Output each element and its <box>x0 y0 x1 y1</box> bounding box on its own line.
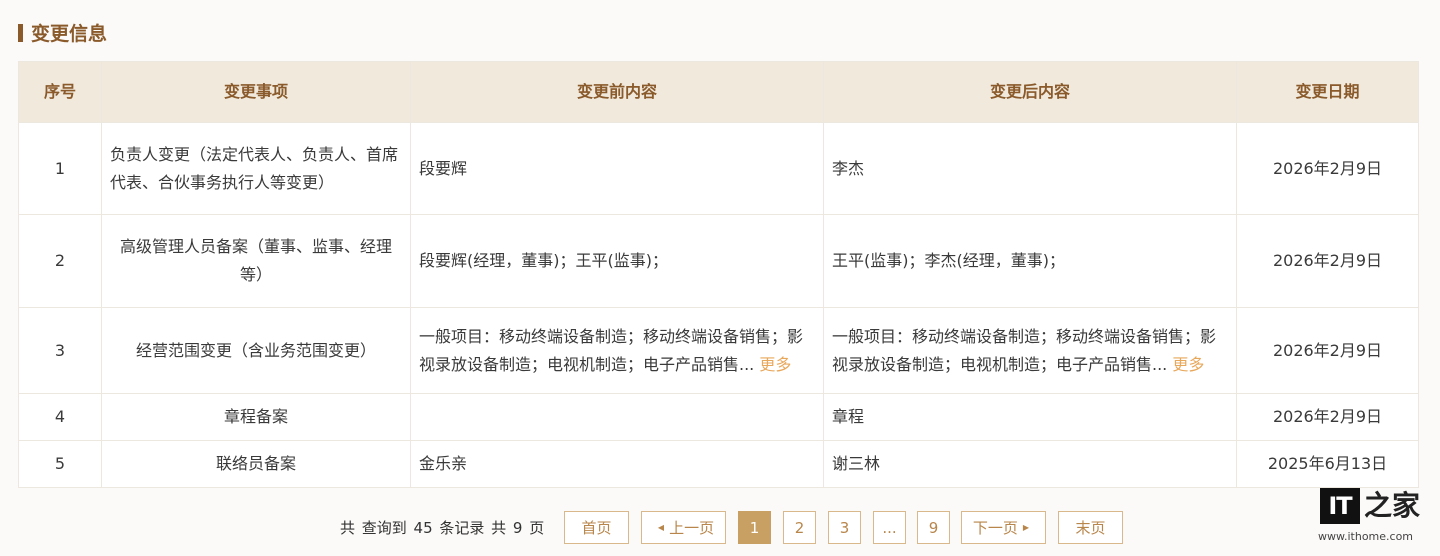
cell-item: 高级管理人员备案（董事、监事、经理等） <box>101 214 411 308</box>
cell-after: 谢三林 <box>823 440 1237 488</box>
header-no: 序号 <box>18 61 102 123</box>
ithome-watermark: IT 之家 www.ithome.com <box>1318 488 1428 548</box>
prev-page-button[interactable]: ◀ 上一页 <box>641 511 726 544</box>
cell-date: 2026年2月9日 <box>1236 214 1419 308</box>
header-item: 变更事项 <box>101 61 411 123</box>
table-row: 3 经营范围变更（含业务范围变更） 一般项目：移动终端设备制造；移动终端设备销售… <box>18 307 1419 394</box>
cell-no: 2 <box>18 214 102 308</box>
cell-before: 一般项目：移动终端设备制造；移动终端设备销售；影视录放设备制造；电视机制造；电子… <box>410 307 824 394</box>
chevron-right-icon: ▶ <box>1022 523 1030 532</box>
more-link[interactable]: 更多 <box>759 355 791 374</box>
cell-before: 段要辉 <box>410 122 824 215</box>
cell-after-text: 一般项目：移动终端设备制造；移动终端设备销售；影视录放设备制造；电视机制造；电子… <box>832 326 1217 374</box>
next-page-label: 下一页 <box>972 519 1018 537</box>
cell-date: 2026年2月9日 <box>1236 122 1419 215</box>
page-button-1[interactable]: 1 <box>738 511 771 544</box>
next-page-button[interactable]: 下一页 ▶ <box>961 511 1046 544</box>
header-after: 变更后内容 <box>823 61 1237 123</box>
page-ellipsis: ... <box>873 511 906 544</box>
table-row: 4 章程备案 章程 2026年2月9日 <box>18 393 1419 441</box>
header-date: 变更日期 <box>1236 61 1419 123</box>
cell-no: 4 <box>18 393 102 441</box>
header-before: 变更前内容 <box>410 61 824 123</box>
more-link[interactable]: 更多 <box>1172 355 1204 374</box>
cell-date: 2026年2月9日 <box>1236 393 1419 441</box>
table-row: 2 高级管理人员备案（董事、监事、经理等） 段要辉(经理，董事)；王平(监事)；… <box>18 214 1419 308</box>
ithome-url: www.ithome.com <box>1318 530 1414 543</box>
title-bar-decoration <box>18 23 23 42</box>
pagination-summary: 共 查询到 45 条记录 共 9 页 <box>340 519 545 537</box>
cell-item: 章程备案 <box>101 393 411 441</box>
cell-no: 1 <box>18 122 102 215</box>
prev-page-label: 上一页 <box>669 519 715 537</box>
pagination: 共 查询到 45 条记录 共 9 页 首页 ◀ 上一页 1 2 3 ... 9 下… <box>0 511 1440 544</box>
cell-before <box>410 393 824 441</box>
table-row: 1 负责人变更（法定代表人、负责人、首席代表、合伙事务执行人等变更） 段要辉 李… <box>18 122 1419 215</box>
change-info-table: 序号 变更事项 变更前内容 变更后内容 变更日期 1 负责人变更（法定代表人、负… <box>18 61 1419 488</box>
cell-before-text: 一般项目：移动终端设备制造；移动终端设备销售；影视录放设备制造；电视机制造；电子… <box>419 326 804 374</box>
ithome-logo-text: 之家 <box>1364 489 1421 522</box>
cell-after: 李杰 <box>823 122 1237 215</box>
cell-before: 金乐亲 <box>410 440 824 488</box>
section-title-text: 变更信息 <box>31 23 108 45</box>
page-button-9[interactable]: 9 <box>917 511 950 544</box>
page-button-2[interactable]: 2 <box>783 511 816 544</box>
cell-after: 章程 <box>823 393 1237 441</box>
chevron-left-icon: ◀ <box>657 523 665 532</box>
first-page-button[interactable]: 首页 <box>564 511 629 544</box>
table-header-row: 序号 变更事项 变更前内容 变更后内容 变更日期 <box>18 61 1419 123</box>
cell-item: 联络员备案 <box>101 440 411 488</box>
cell-item: 经营范围变更（含业务范围变更） <box>101 307 411 394</box>
cell-no: 3 <box>18 307 102 394</box>
cell-date: 2025年6月13日 <box>1236 440 1419 488</box>
cell-after: 王平(监事)；李杰(经理，董事)； <box>823 214 1237 308</box>
last-page-button[interactable]: 末页 <box>1058 511 1123 544</box>
table-row: 5 联络员备案 金乐亲 谢三林 2025年6月13日 <box>18 440 1419 488</box>
cell-after: 一般项目：移动终端设备制造；移动终端设备销售；影视录放设备制造；电视机制造；电子… <box>823 307 1237 394</box>
ithome-logo-icon: IT <box>1320 488 1360 524</box>
cell-item: 负责人变更（法定代表人、负责人、首席代表、合伙事务执行人等变更） <box>101 122 411 215</box>
section-title: 变更信息 <box>18 19 107 46</box>
page-button-3[interactable]: 3 <box>828 511 861 544</box>
cell-date: 2026年2月9日 <box>1236 307 1419 394</box>
cell-no: 5 <box>18 440 102 488</box>
cell-before: 段要辉(经理，董事)；王平(监事)； <box>410 214 824 308</box>
